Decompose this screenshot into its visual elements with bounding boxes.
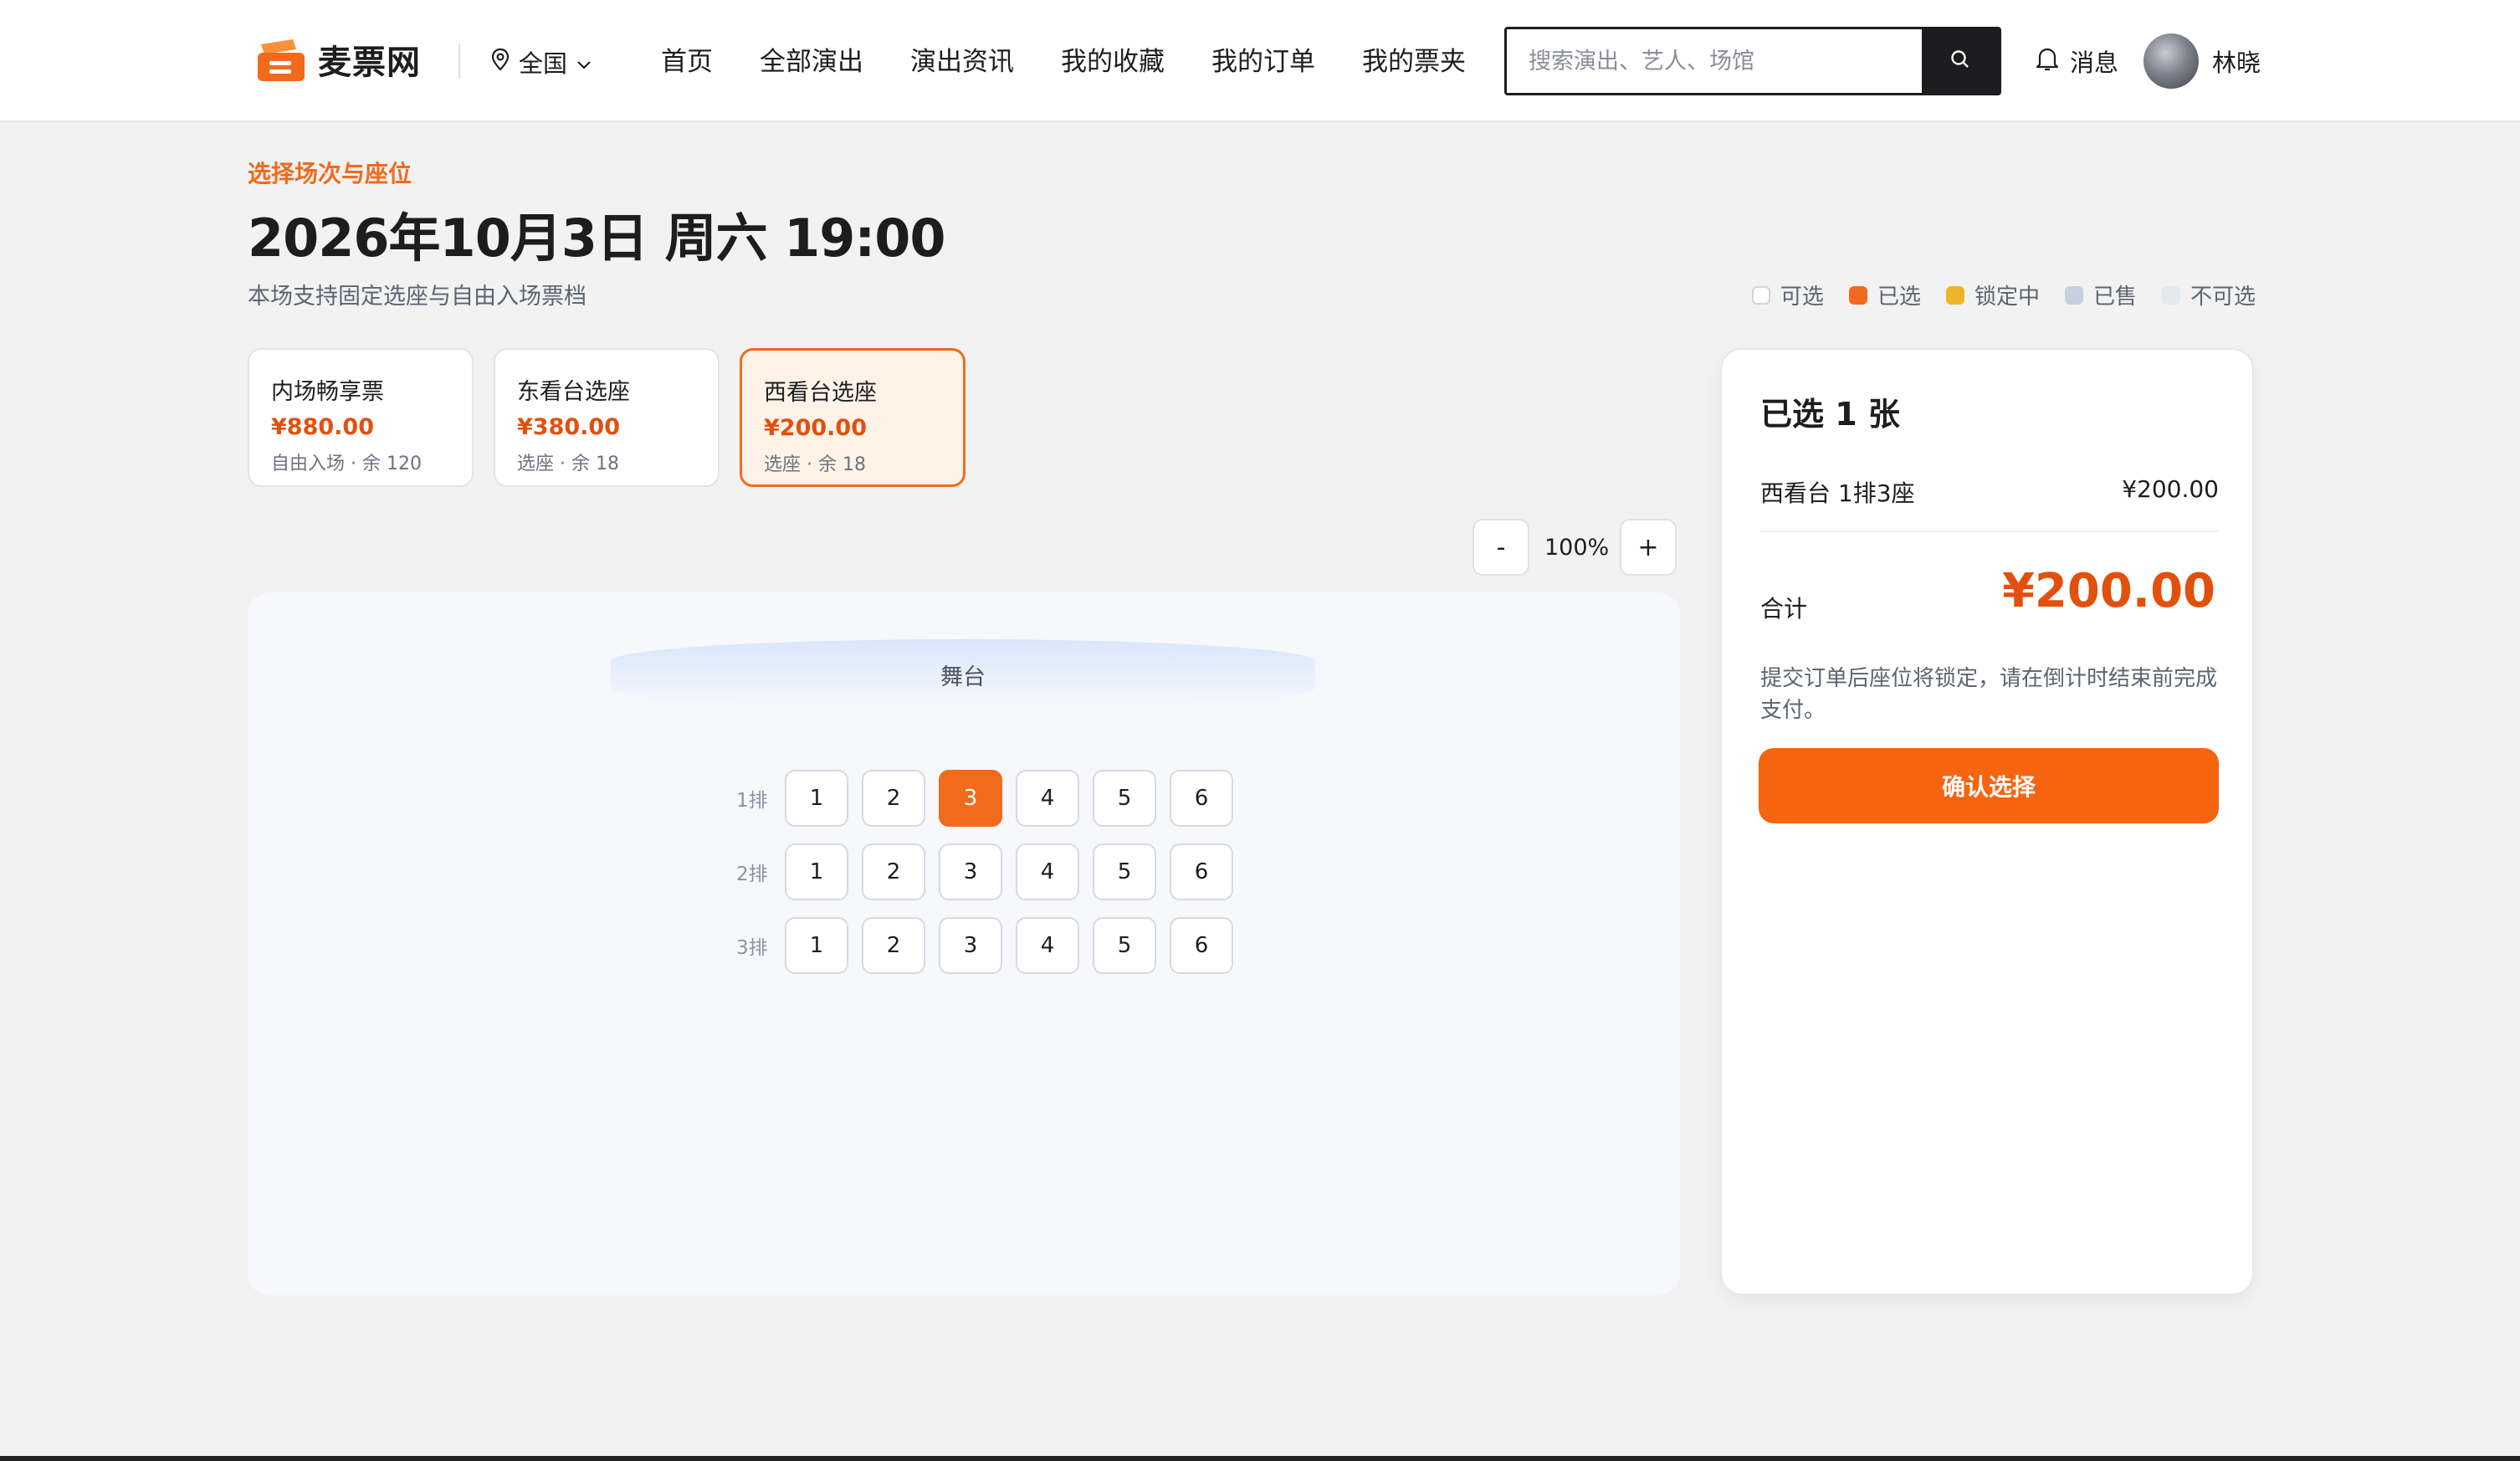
legend-item-sold: 已售 xyxy=(2064,279,2137,310)
page-title: 2026年10月3日 周六 19:00 xyxy=(248,208,946,269)
top-header: 麦票网 全国 首页 全部演出 演出资讯 我的收藏 我的订单 我的票夹 消息 xyxy=(0,0,2520,122)
legend-swatch xyxy=(2161,285,2180,305)
seat-row: 2排 1 2 3 4 5 6 xyxy=(736,843,1247,900)
seat[interactable]: 1 xyxy=(785,917,848,974)
row-label: 2排 xyxy=(736,864,768,885)
seat[interactable]: 6 xyxy=(1170,917,1233,974)
nav-ticket-wallet[interactable]: 我的票夹 xyxy=(1362,42,1466,82)
seat-row: 3排 1 2 3 4 5 6 xyxy=(736,917,1247,974)
search-icon xyxy=(1949,49,1971,74)
tier-card-active[interactable]: 西看台选座 ¥200.00 选座 · 余 18 xyxy=(740,348,965,487)
legend-label: 不可选 xyxy=(2190,285,2256,310)
tier-price: ¥880.00 xyxy=(271,414,374,440)
seat[interactable]: 4 xyxy=(1016,770,1079,827)
ticket-tier-list: 内场畅享票 ¥880.00 自由入场 · 余 120 东看台选座 ¥380.00… xyxy=(248,348,965,487)
selected-seat-price: ¥200.00 xyxy=(2122,475,2219,503)
seat[interactable]: 5 xyxy=(1093,770,1156,827)
window-bottom-edge xyxy=(0,1456,2520,1461)
zoom-level: 100% xyxy=(1544,534,1610,561)
legend-label: 已售 xyxy=(2092,285,2137,310)
ticket-logo-icon xyxy=(254,36,306,83)
seat[interactable]: 3 xyxy=(939,843,1002,900)
search-bar xyxy=(1504,27,2001,95)
seat[interactable]: 6 xyxy=(1170,770,1233,827)
legend-swatch xyxy=(2064,285,2083,305)
seat[interactable]: 2 xyxy=(862,770,925,827)
section-eyebrow: 选择场次与座位 xyxy=(248,160,412,187)
lock-note: 提交订单后座位将锁定，请在倒计时结束前完成支付。 xyxy=(1760,666,2218,723)
legend-label: 可选 xyxy=(1780,285,1824,310)
legend-item-unavailable: 不可选 xyxy=(2161,279,2256,310)
row-label: 3排 xyxy=(736,937,768,959)
tier-meta: 自由入场 · 余 120 xyxy=(271,454,422,474)
seat[interactable]: 2 xyxy=(862,917,925,974)
brand-name: 麦票网 xyxy=(318,44,421,82)
legend-label: 锁定中 xyxy=(1974,285,2040,310)
legend-swatch xyxy=(1848,285,1867,305)
seat[interactable]: 5 xyxy=(1093,917,1156,974)
seat[interactable]: 4 xyxy=(1016,843,1079,900)
search-button[interactable] xyxy=(1922,29,1999,93)
seat[interactable]: 1 xyxy=(785,843,848,900)
legend-swatch xyxy=(1945,285,1964,305)
messages-label: 消息 xyxy=(2070,49,2119,77)
seat-legend: 可选 已选 锁定中 已售 不可选 xyxy=(1751,279,2256,310)
total-value: ¥200.00 xyxy=(2001,564,2215,618)
chevron-down-icon xyxy=(576,48,592,76)
tier-price: ¥200.00 xyxy=(764,415,867,441)
nav-home[interactable]: 首页 xyxy=(661,42,713,82)
tier-meta: 选座 · 余 18 xyxy=(517,454,619,474)
nav-orders[interactable]: 我的订单 xyxy=(1211,42,1315,82)
seat[interactable]: 4 xyxy=(1016,917,1079,974)
nav-favorites[interactable]: 我的收藏 xyxy=(1061,42,1165,82)
stage: 舞台 xyxy=(611,639,1315,710)
nav-all-shows[interactable]: 全部演出 xyxy=(760,42,863,82)
seat-row: 1排 1 2 3 4 5 6 xyxy=(736,770,1247,827)
user-menu[interactable]: 林晓 xyxy=(2144,33,2261,89)
search-input[interactable] xyxy=(1507,29,1922,93)
seat[interactable]: 5 xyxy=(1093,843,1156,900)
tier-card[interactable]: 东看台选座 ¥380.00 选座 · 余 18 xyxy=(494,348,720,487)
legend-item-available: 可选 xyxy=(1751,279,1824,310)
tier-name: 内场畅享票 xyxy=(271,379,384,405)
legend-swatch xyxy=(1751,285,1770,305)
legend-label: 已选 xyxy=(1877,285,1921,310)
seat[interactable]: 6 xyxy=(1170,843,1233,900)
summary-title: 已选 1 张 xyxy=(1760,396,1900,433)
zoom-controls: - 100% + xyxy=(1473,519,1677,576)
city-label: 全国 xyxy=(519,49,568,78)
page-subtitle: 本场支持固定选座与自由入场票档 xyxy=(248,284,586,310)
main-nav: 首页 全部演出 演出资讯 我的收藏 我的订单 我的票夹 xyxy=(661,42,1513,82)
selected-seat-label: 西看台 1排3座 xyxy=(1760,479,1915,507)
bell-icon xyxy=(2035,45,2060,78)
zoom-out-button[interactable]: - xyxy=(1473,519,1529,576)
tier-meta: 选座 · 余 18 xyxy=(764,454,866,475)
zoom-in-button[interactable]: + xyxy=(1620,519,1677,576)
nav-show-news[interactable]: 演出资讯 xyxy=(910,42,1014,82)
city-selector[interactable]: 全国 xyxy=(490,44,592,80)
divider xyxy=(458,44,460,79)
seat[interactable]: 3 xyxy=(939,917,1002,974)
tier-name: 西看台选座 xyxy=(764,380,877,406)
logo[interactable]: 麦票网 xyxy=(254,35,421,84)
confirm-selection-button[interactable]: 确认选择 xyxy=(1759,748,2219,823)
legend-item-locked: 锁定中 xyxy=(1945,279,2040,310)
total-label: 合计 xyxy=(1760,595,1808,623)
location-pin-icon xyxy=(490,48,510,77)
selected-seat-item: 西看台 1排3座 ¥200.00 xyxy=(1760,475,2219,532)
user-name: 林晓 xyxy=(2212,49,2261,77)
seat[interactable]: 2 xyxy=(862,843,925,900)
seat[interactable]: 1 xyxy=(785,770,848,827)
row-label: 1排 xyxy=(736,790,768,812)
legend-item-selected: 已选 xyxy=(1848,279,1921,310)
tier-name: 东看台选座 xyxy=(517,379,630,405)
tier-price: ¥380.00 xyxy=(517,414,620,440)
avatar xyxy=(2144,33,2199,89)
seat-selected[interactable]: 3 xyxy=(939,770,1002,827)
tier-card[interactable]: 内场畅享票 ¥880.00 自由入场 · 余 120 xyxy=(248,348,474,487)
selection-summary-panel: 已选 1 张 西看台 1排3座 ¥200.00 合计 ¥200.00 提交订单后… xyxy=(1720,348,2254,1295)
seat-map: 舞台 1排 1 2 3 4 5 6 2排 1 2 3 4 5 6 3排 1 2 3 4 5 6 xyxy=(248,592,1680,1295)
messages-button[interactable]: 消息 xyxy=(2035,44,2118,79)
